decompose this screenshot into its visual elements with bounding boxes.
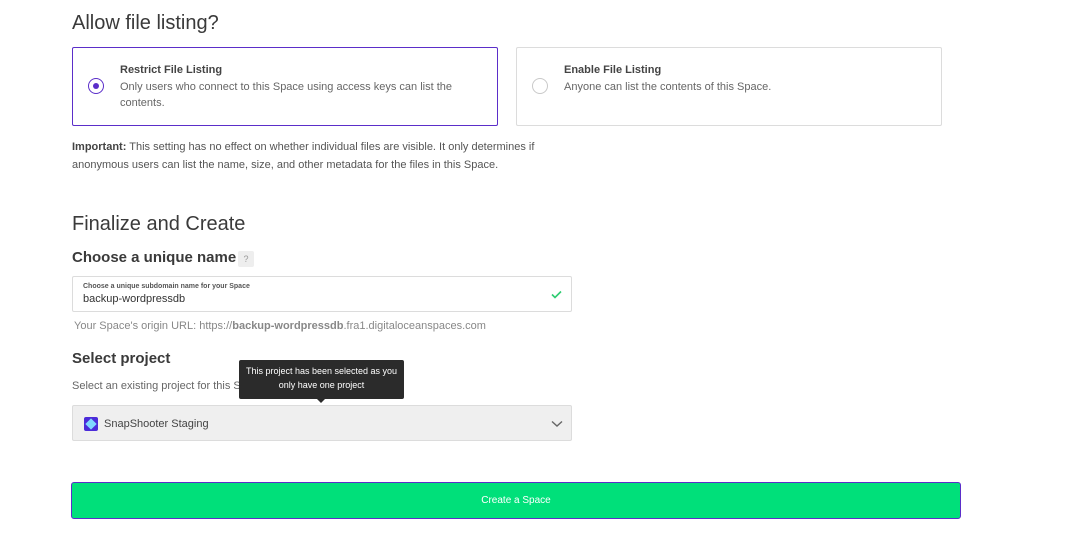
question-icon[interactable]: ? <box>238 251 254 267</box>
radio-unselected[interactable] <box>532 78 548 94</box>
finalize-title: Finalize and Create <box>72 213 246 235</box>
radio-selected[interactable] <box>88 78 104 94</box>
space-name-input[interactable] <box>83 293 523 305</box>
radio-dot <box>93 83 99 89</box>
project-heading: Select project <box>72 350 171 367</box>
chevron-down-icon[interactable] <box>551 420 563 428</box>
project-hint: Select an existing project for this Spac… <box>72 380 265 392</box>
project-selected-value: SnapShooter Staging <box>104 418 209 430</box>
create-space-button[interactable]: Create a Space <box>71 482 961 519</box>
option-title: Restrict File Listing <box>120 64 223 76</box>
field-label: Choose a unique subdomain name for your … <box>83 283 250 290</box>
note-label: Important: <box>72 141 127 153</box>
option-title: Enable File Listing <box>564 64 662 76</box>
name-heading: Choose a unique name <box>72 249 237 266</box>
option-description: Only users who connect to this Space usi… <box>120 81 452 109</box>
origin-prefix: Your Space's origin URL: https:// <box>74 320 233 332</box>
checkmark-icon <box>551 290 562 299</box>
listing-title: Allow file listing? <box>72 12 219 34</box>
project-tooltip: This project has been selected as you on… <box>239 360 404 399</box>
project-icon <box>84 417 98 431</box>
option-description: Anyone can list the contents of this Spa… <box>564 81 772 93</box>
note-text: This setting has no effect on whether in… <box>72 141 535 171</box>
origin-name: backup-wordpressdb <box>232 320 344 332</box>
origin-url: Your Space's origin URL: https://backup-… <box>74 320 486 332</box>
space-name-field[interactable]: Choose a unique subdomain name for your … <box>72 276 572 312</box>
restrict-listing-option[interactable]: Restrict File Listing Only users who con… <box>72 47 498 126</box>
listing-note: Important: This setting has no effect on… <box>72 138 577 174</box>
project-select[interactable]: SnapShooter Staging <box>72 405 572 441</box>
enable-listing-option[interactable]: Enable File Listing Anyone can list the … <box>516 47 942 126</box>
tooltip-arrow <box>316 398 326 403</box>
origin-suffix: .fra1.digitaloceanspaces.com <box>343 320 486 332</box>
